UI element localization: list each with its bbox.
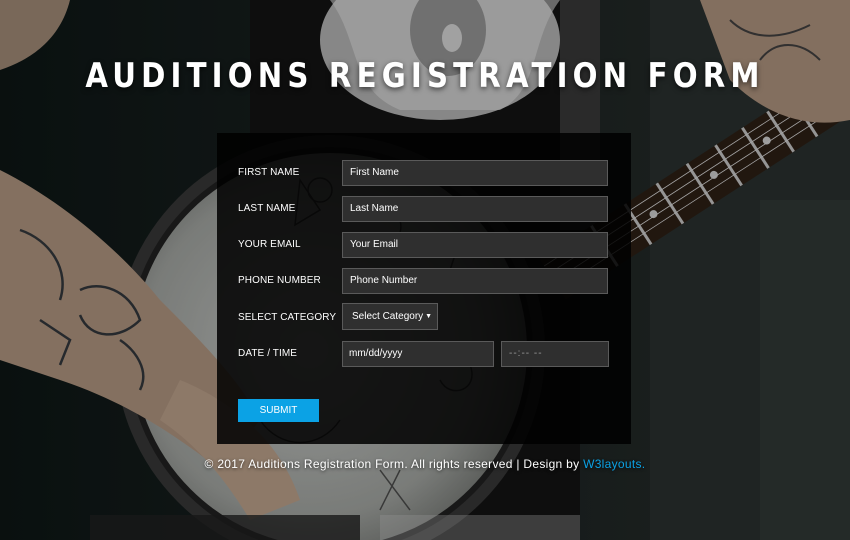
submit-button[interactable]: SUBMIT <box>238 399 319 422</box>
phone-input[interactable]: Phone Number <box>342 268 608 294</box>
first-name-row: FIRST NAME First Name <box>217 160 631 186</box>
email-label: YOUR EMAIL <box>238 239 301 250</box>
datetime-row: DATE / TIME mm/dd/yyyy --:-- -- <box>217 341 631 367</box>
category-select[interactable]: Select Category ▼ <box>342 303 438 330</box>
copyright-text: © 2017 Auditions Registration Form. All … <box>204 457 580 471</box>
first-name-label: FIRST NAME <box>238 167 300 178</box>
datetime-label: DATE / TIME <box>238 348 298 359</box>
email-row: YOUR EMAIL Your Email <box>217 232 631 258</box>
page-title: Auditions Registration Form <box>85 56 765 96</box>
date-input[interactable]: mm/dd/yyyy <box>342 341 494 367</box>
w3layouts-link[interactable]: W3layouts. <box>583 457 645 471</box>
triangle-down-icon: ▼ <box>425 313 432 320</box>
registration-form: FIRST NAME First Name LAST NAME Last Nam… <box>217 133 631 444</box>
phone-label: PHONE NUMBER <box>238 275 321 286</box>
last-name-label: LAST NAME <box>238 203 296 214</box>
time-input[interactable]: --:-- -- <box>501 341 609 367</box>
category-label: SELECT CATEGORY <box>238 312 337 323</box>
first-name-input[interactable]: First Name <box>342 160 608 186</box>
footer: © 2017 Auditions Registration Form. All … <box>0 457 850 471</box>
last-name-row: LAST NAME Last Name <box>217 196 631 222</box>
category-row: SELECT CATEGORY Select Category ▼ <box>217 303 631 331</box>
last-name-input[interactable]: Last Name <box>342 196 608 222</box>
page: Auditions Registration Form FIRST NAME F… <box>0 0 850 540</box>
category-selected-value: Select Category <box>352 311 424 322</box>
phone-row: PHONE NUMBER Phone Number <box>217 268 631 294</box>
email-input[interactable]: Your Email <box>342 232 608 258</box>
